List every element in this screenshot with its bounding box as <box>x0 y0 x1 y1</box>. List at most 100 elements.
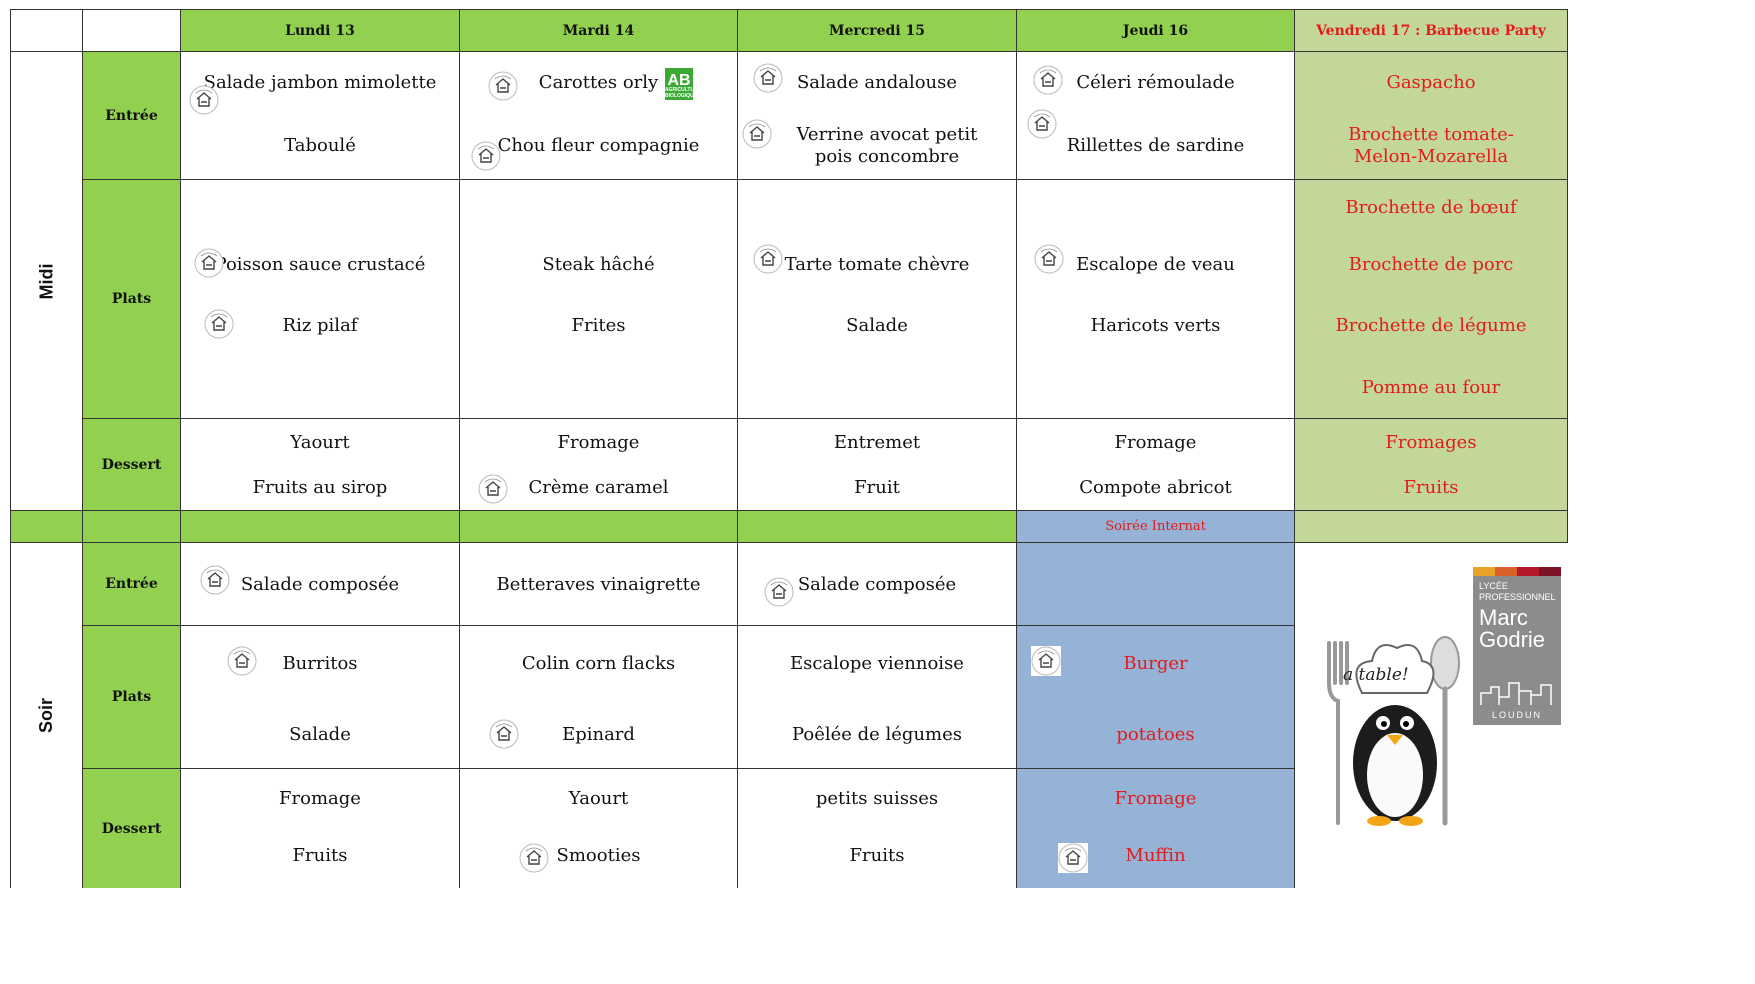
midi-plats-vendredi: Brochette de bœuf Brochette de porc Broc… <box>1295 180 1568 419</box>
dish: Rillettes de sardine <box>1066 135 1245 156</box>
separator-cell <box>181 511 460 543</box>
soir-dessert-lundi: Fromage Fruits <box>181 769 460 888</box>
midi-plats-jeudi: Escalope de veau Haricots verts <box>1017 180 1295 419</box>
dish: potatoes <box>1116 724 1195 745</box>
soir-dessert-mercredi: petits suisses Fruits <box>738 769 1017 888</box>
fait-maison-icon <box>227 646 257 676</box>
fait-maison-icon <box>471 141 501 171</box>
soir-plats-lundi: Burritos Salade <box>181 626 460 769</box>
dish: Escalope viennoise <box>790 653 964 674</box>
city-skyline-icon <box>1480 682 1552 705</box>
dish: Yaourt <box>290 432 350 453</box>
dish: Fromage <box>1114 432 1197 453</box>
soir-dessert-mardi: Yaourt Smooties <box>460 769 738 888</box>
separator-cell <box>10 511 83 543</box>
dish: Haricots verts <box>1090 315 1221 336</box>
dish: Entremet <box>833 432 921 453</box>
category-label: Dessert <box>101 820 162 837</box>
dish: Gaspacho <box>1386 72 1476 93</box>
agriculture-bio-icon: AB AGRICULTURE BIOLOGIQUE <box>665 68 702 100</box>
dish: Fruits <box>849 845 905 866</box>
fait-maison-icon <box>1058 843 1088 873</box>
separator-cell <box>460 511 738 543</box>
midi-plats-mercredi: Tarte tomate chèvre Salade <box>738 180 1017 419</box>
soiree-internat-header: Soirée Internat <box>1017 511 1295 543</box>
period-midi: Midi <box>10 52 83 511</box>
fait-maison-icon <box>194 248 224 278</box>
dish: Betteraves vinaigrette <box>496 574 701 595</box>
dish: Salade <box>846 315 908 336</box>
midi-entree-lundi: Salade jambon mimolette Taboulé <box>181 52 460 180</box>
dish: Fromages <box>1385 432 1477 453</box>
midi-dessert-jeudi: Fromage Compote abricot <box>1017 419 1295 511</box>
fait-maison-icon <box>1034 244 1064 274</box>
dish: Burritos <box>282 653 358 674</box>
mascot-caption: a table! <box>1343 665 1409 685</box>
dish: Salade jambon mimolette <box>203 72 437 93</box>
midi-plats-mardi: Steak hâché Frites <box>460 180 738 419</box>
fait-maison-icon <box>753 63 783 93</box>
soir-entree-jeudi <box>1017 543 1295 626</box>
separator-cell <box>738 511 1017 543</box>
period-label: Soir <box>35 697 56 734</box>
category-label: Entrée <box>105 107 158 124</box>
dish: Brochette de légume <box>1335 315 1527 336</box>
soir-entree-mardi: Betteraves vinaigrette <box>460 543 738 626</box>
fait-maison-icon <box>478 474 508 504</box>
dish: Steak hâché <box>542 254 655 275</box>
fait-maison-icon <box>1033 65 1063 95</box>
dish: Frites <box>571 315 626 336</box>
dish: Poêlée de légumes <box>791 724 963 745</box>
school-logo: LYCÉE PROFESSIONNEL Marc Godrie LOUDUN <box>1473 567 1561 725</box>
category-label: Plats <box>111 291 152 307</box>
fait-maison-icon <box>764 577 794 607</box>
dish: Yaourt <box>568 788 629 809</box>
category-label: Dessert <box>101 456 162 473</box>
dish: Fruits <box>292 845 348 866</box>
fait-maison-icon <box>189 85 219 115</box>
fait-maison-icon <box>489 719 519 749</box>
day-label: Mercredi 15 <box>828 22 926 39</box>
dish: Fruits au sirop <box>252 477 388 498</box>
day-header-mardi: Mardi 14 <box>460 9 738 52</box>
dish: Fromage <box>279 788 361 809</box>
category-entree: Entrée <box>83 52 181 180</box>
dish: Brochette de bœuf <box>1345 197 1517 218</box>
school-name-2: Godrie <box>1479 627 1546 652</box>
soir-plats-mercredi: Escalope viennoise Poêlée de légumes <box>738 626 1017 769</box>
dish: Fromage <box>1114 788 1197 809</box>
school-city: LOUDUN <box>1491 710 1542 720</box>
midi-plats-lundi: Poisson sauce crustacé Riz pilaf <box>181 180 460 419</box>
fait-maison-icon <box>742 119 772 149</box>
dish: Fruit <box>854 477 900 498</box>
day-header-vendredi: Vendredi 17 : Barbecue Party <box>1295 9 1568 52</box>
penguin-chef-mascot <box>1327 636 1460 826</box>
decoration-area: a table! LYCÉE PROFESSIONNEL Marc Godrie… <box>1305 535 1567 835</box>
day-header-mercredi: Mercredi 15 <box>738 9 1017 52</box>
soiree-label: Soirée Internat <box>1105 519 1206 534</box>
midi-dessert-vendredi: Fromages Fruits <box>1295 419 1568 511</box>
dish: Smooties <box>556 845 641 866</box>
fait-maison-icon <box>200 565 230 595</box>
dish: Fruits <box>1403 477 1459 498</box>
fait-maison-icon <box>519 843 549 873</box>
fait-maison-icon <box>753 244 783 274</box>
category-entree: Entrée <box>83 543 181 626</box>
dish: Brochette tomate-Melon-Mozarella <box>1348 124 1514 167</box>
menu-table: Lundi 13 Mardi 14 Mercredi 15 Jeudi 16 V… <box>10 9 1568 984</box>
midi-dessert-mercredi: Entremet Fruit <box>738 419 1017 511</box>
day-label: Jeudi 16 <box>1122 22 1189 39</box>
category-plats: Plats <box>83 180 181 419</box>
category-dessert: Dessert <box>83 419 181 511</box>
period-soir: Soir <box>10 543 83 888</box>
dish: Colin corn flacks <box>521 653 676 674</box>
midi-entree-vendredi: Gaspacho Brochette tomate-Melon-Mozarell… <box>1295 52 1568 180</box>
category-dessert: Dessert <box>83 769 181 888</box>
category-plats: Plats <box>83 626 181 769</box>
day-header-lundi: Lundi 13 <box>181 9 460 52</box>
day-label: Lundi 13 <box>285 22 355 39</box>
dish: Verrine avocat petit pois concombre <box>796 124 978 167</box>
ab-sub: AGRICULTURE BIOLOGIQUE <box>665 87 702 99</box>
dish: Brochette de porc <box>1348 254 1514 275</box>
school-name-1: Marc <box>1479 605 1528 630</box>
